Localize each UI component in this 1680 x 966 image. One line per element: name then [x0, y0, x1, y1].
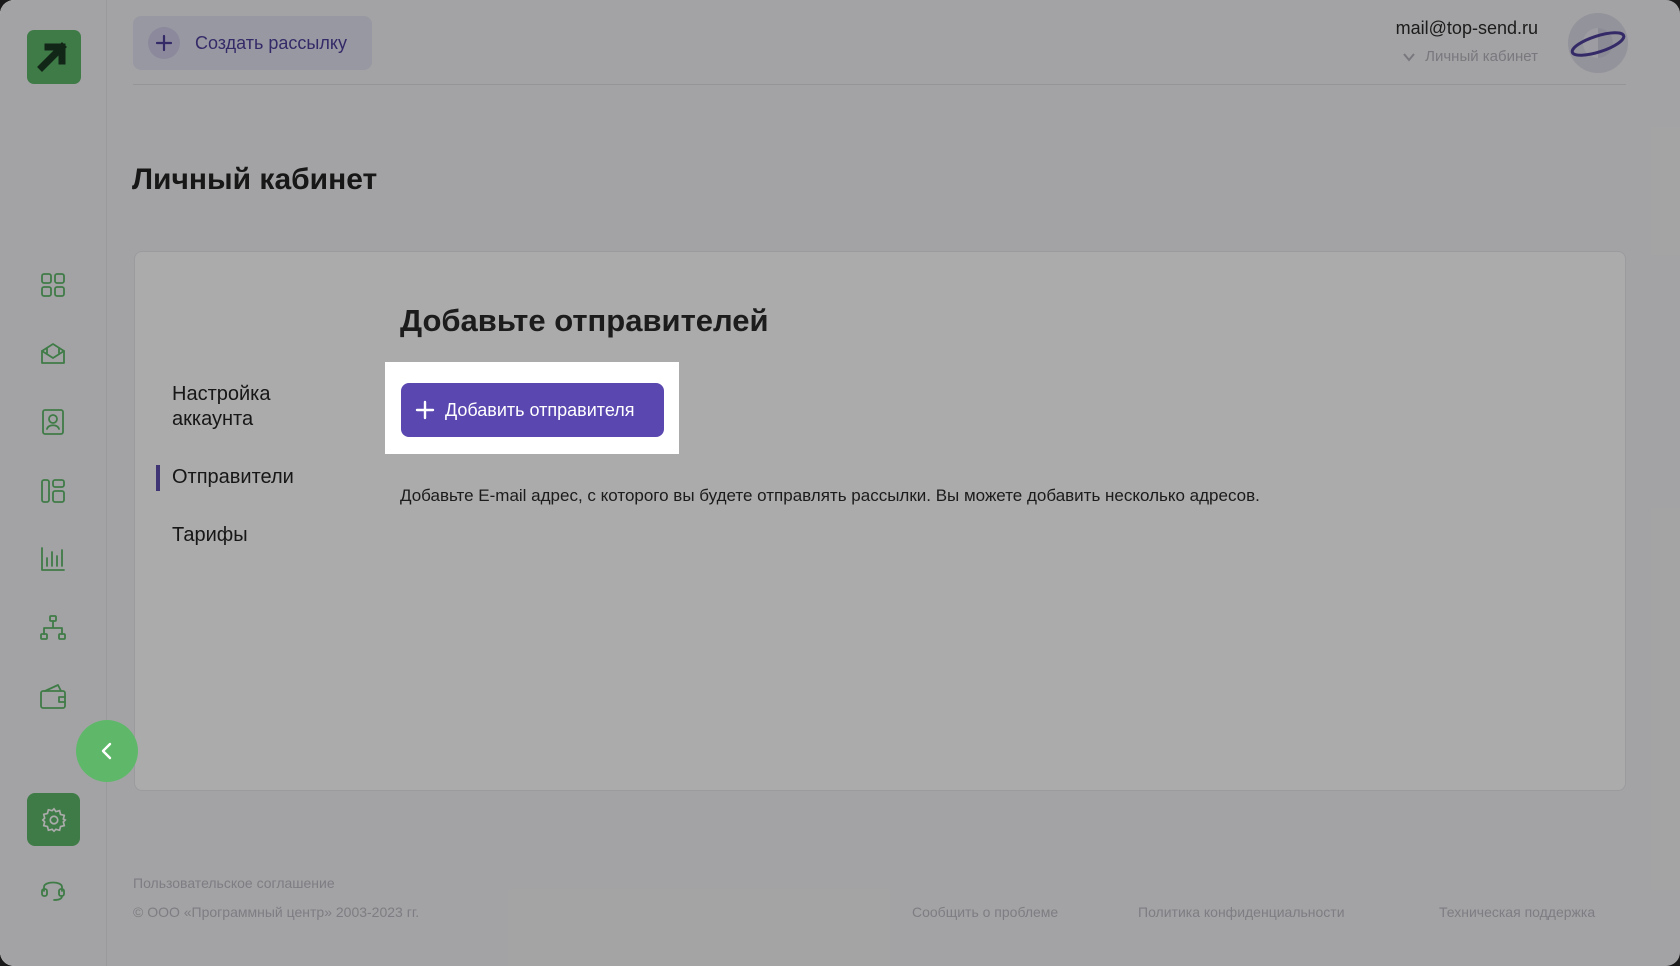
app-window: Создать рассылку mail@top-send.ru Личный… — [0, 0, 1680, 966]
overlay-top — [0, 0, 1680, 362]
collapse-sidebar-button[interactable] — [76, 720, 138, 782]
overlay-bottom — [0, 454, 1680, 966]
chevron-left-icon — [101, 742, 112, 760]
add-sender-label: Добавить отправителя — [445, 399, 635, 420]
add-sender-button[interactable]: Добавить отправителя — [401, 383, 664, 437]
overlay-right — [679, 362, 1680, 454]
overlay-left — [0, 362, 385, 454]
plus-icon — [415, 400, 435, 420]
